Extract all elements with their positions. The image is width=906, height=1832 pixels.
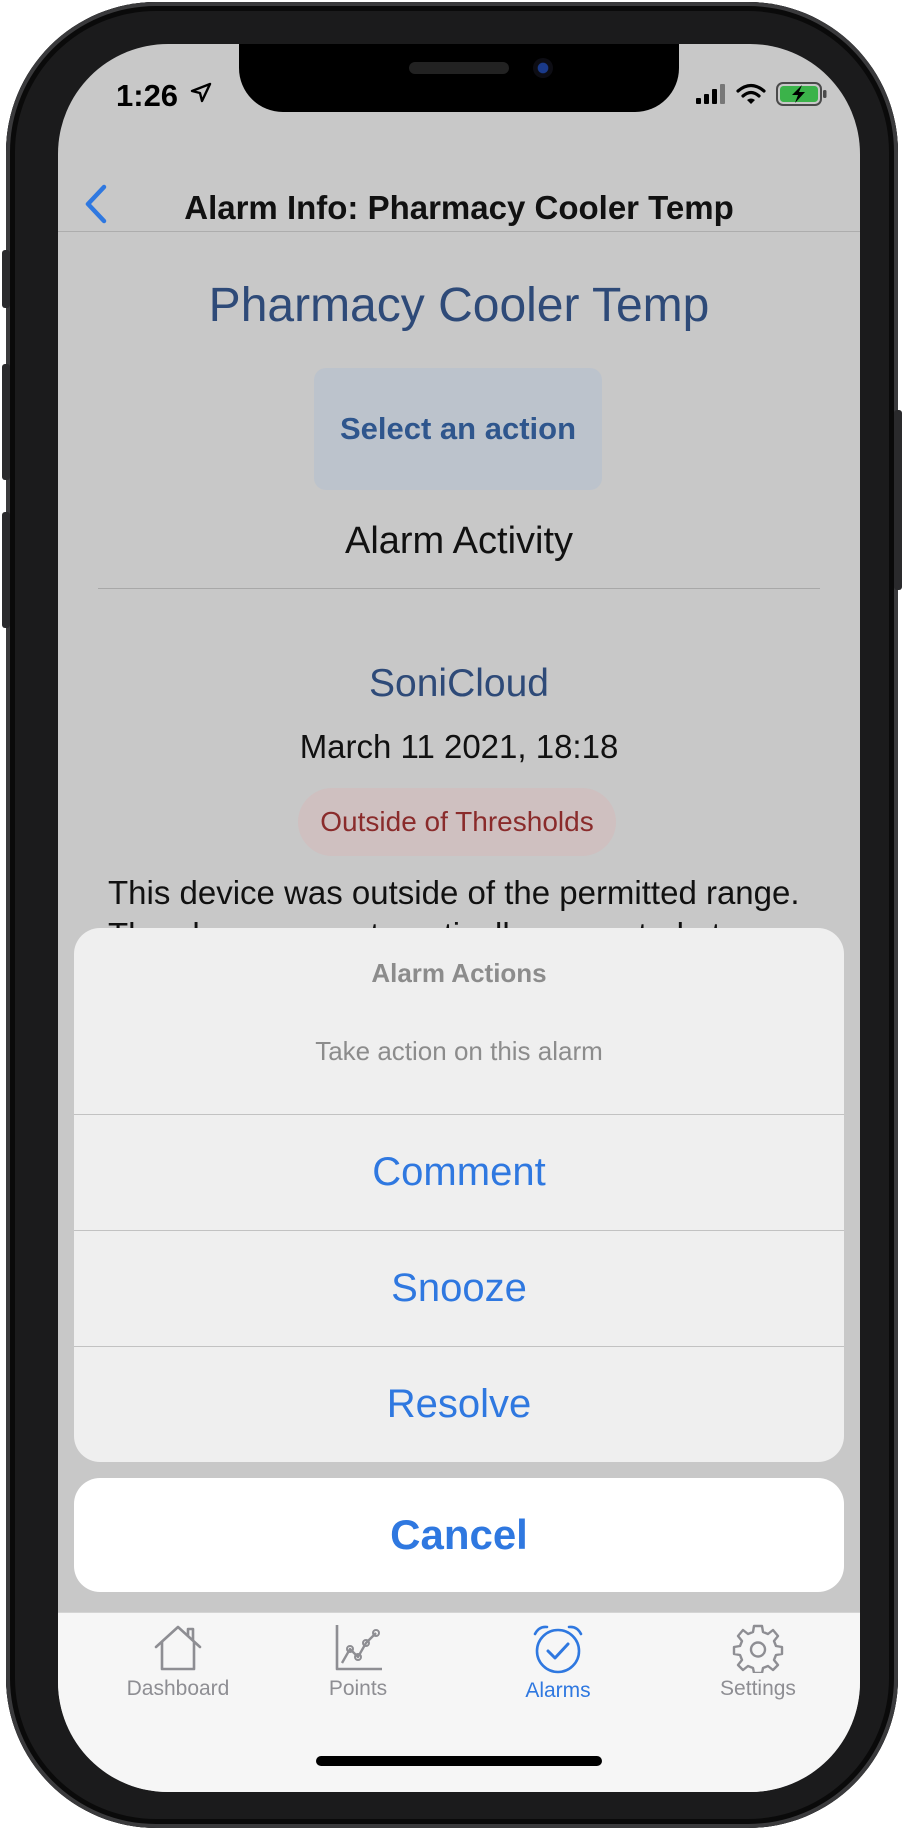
- home-indicator[interactable]: [316, 1756, 602, 1766]
- section-divider: [98, 588, 820, 589]
- mute-switch: [2, 250, 10, 308]
- cancel-button[interactable]: Cancel: [74, 1478, 844, 1592]
- notch: [239, 44, 679, 112]
- status-time: 1:26: [116, 78, 179, 113]
- select-action-button[interactable]: Select an action: [314, 368, 602, 490]
- snooze-button[interactable]: Snooze: [74, 1231, 844, 1347]
- tab-label-settings: Settings: [720, 1677, 796, 1700]
- navigation-bar: Alarm Info: Pharmacy Cooler Temp: [58, 159, 860, 232]
- action-sheet-subtitle: Take action on this alarm: [315, 1036, 603, 1066]
- activity-source: SoniCloud: [369, 662, 549, 705]
- alarm-clock-icon: [533, 1625, 583, 1674]
- line-chart-icon: [335, 1625, 382, 1671]
- tab-label-points: Points: [328, 1677, 388, 1700]
- phone-frame: 1:26 Alarm Info: Pharmacy Cooler Temp Ph…: [2, 2, 902, 1828]
- front-camera: [533, 58, 553, 78]
- nav-title: Alarm Info: Pharmacy Cooler Temp: [184, 189, 734, 226]
- battery-charging-icon: [776, 82, 827, 106]
- action-sheet-title: Alarm Actions: [371, 958, 547, 988]
- resolve-button[interactable]: Resolve: [74, 1347, 844, 1462]
- status-badge: Outside of Thresholds: [298, 788, 616, 856]
- volume-down-button: [2, 512, 10, 628]
- comment-button[interactable]: Comment: [74, 1115, 844, 1231]
- action-sheet-header: Alarm Actions Take action on this alarm: [74, 928, 844, 1115]
- phone-screen: 1:26 Alarm Info: Pharmacy Cooler Temp Ph…: [58, 44, 860, 1792]
- tab-points[interactable]: Points: [278, 1623, 438, 1701]
- tab-dashboard[interactable]: Dashboard: [98, 1623, 258, 1701]
- activity-timestamp: March 11 2021, 18:18: [299, 728, 619, 765]
- house-icon: [154, 1625, 202, 1671]
- location-arrow-icon: [190, 82, 212, 103]
- tab-alarms[interactable]: Alarms: [478, 1623, 638, 1703]
- volume-up-button: [2, 364, 10, 480]
- tab-label-dashboard: Dashboard: [126, 1677, 230, 1700]
- status-icons: [696, 82, 828, 106]
- tab-label-alarms: Alarms: [525, 1679, 591, 1702]
- earpiece-speaker: [409, 62, 509, 74]
- gear-icon: [732, 1624, 784, 1673]
- alarm-name-heading: Pharmacy Cooler Temp: [208, 279, 710, 332]
- cellular-signal-icon: [696, 84, 725, 104]
- wifi-icon: [736, 83, 766, 104]
- alarm-activity-heading: Alarm Activity: [344, 520, 574, 562]
- power-button: [894, 410, 902, 590]
- alarm-actions-sheet: Alarm Actions Take action on this alarm …: [74, 928, 844, 1462]
- tab-settings[interactable]: Settings: [678, 1623, 838, 1701]
